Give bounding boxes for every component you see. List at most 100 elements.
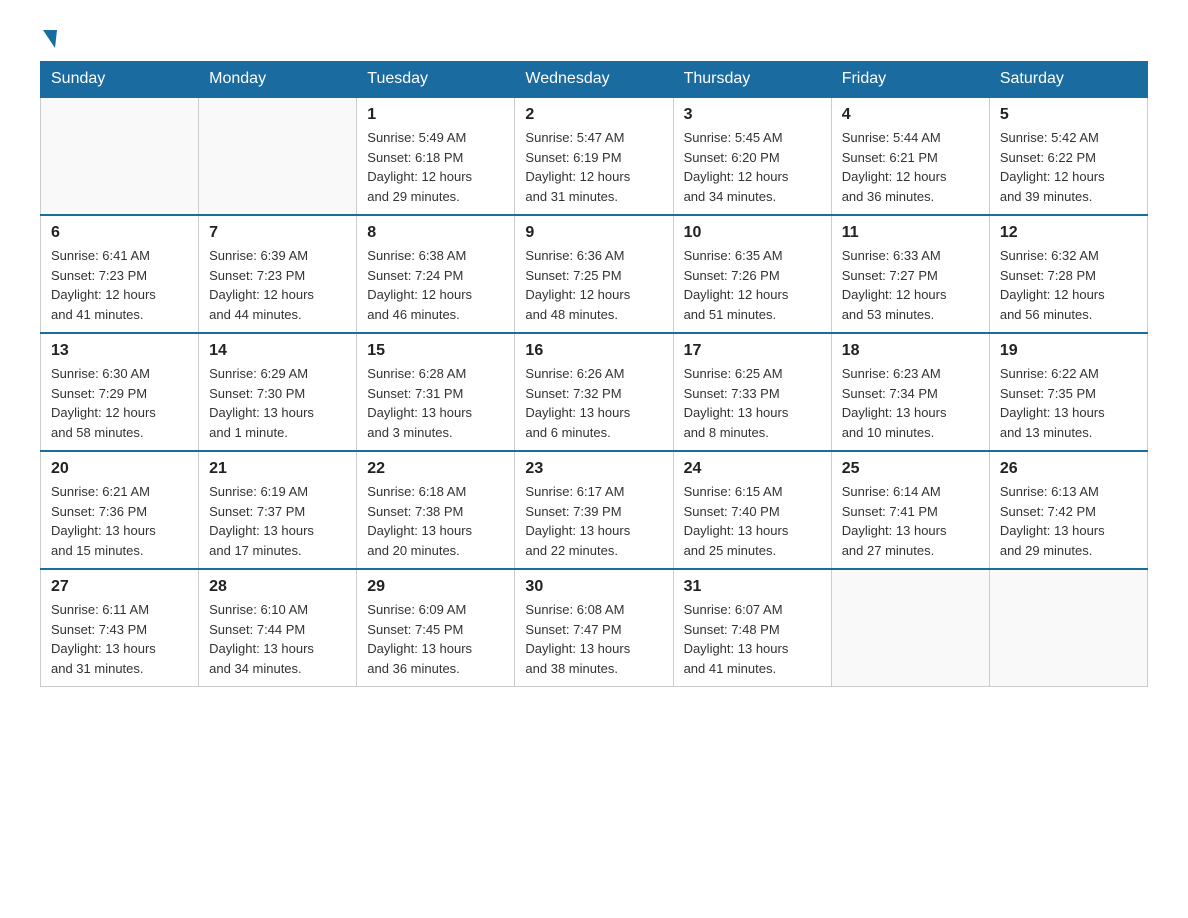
calendar-cell: 4Sunrise: 5:44 AM Sunset: 6:21 PM Daylig… — [831, 97, 989, 215]
calendar-cell: 16Sunrise: 6:26 AM Sunset: 7:32 PM Dayli… — [515, 333, 673, 451]
day-info: Sunrise: 5:44 AM Sunset: 6:21 PM Dayligh… — [842, 128, 979, 206]
calendar-header-row: SundayMondayTuesdayWednesdayThursdayFrid… — [41, 62, 1148, 98]
day-number: 10 — [684, 224, 821, 242]
calendar-table: SundayMondayTuesdayWednesdayThursdayFrid… — [40, 61, 1148, 687]
calendar-cell: 19 Sunrise: 6:22 AM Sunset: 7:35 PM Dayli… — [989, 333, 1147, 451]
day-number: 27 — [51, 578, 188, 596]
calendar-cell: 15 Sunrise: 6:28 AM Sunset: 7:31 PM Dayli… — [357, 333, 515, 451]
calendar-cell: 13Sunrise: 6:30 AM Sunset: 7:29 PM Dayli… — [41, 333, 199, 451]
day-number: 28 — [209, 578, 346, 596]
day-info: Sunrise: 6:08 AM Sunset: 7:47 PM Dayligh… — [525, 600, 662, 678]
day-info: Sunrise: 6:39 AM Sunset: 7:23 PM Dayligh… — [209, 246, 346, 324]
calendar-cell — [989, 569, 1147, 687]
calendar-cell: 25 Sunrise: 6:14 AM Sunset: 7:41 PM Dayli… — [831, 451, 989, 569]
day-header-wednesday: Wednesday — [515, 62, 673, 98]
page-header — [40, 30, 1148, 51]
day-info: Sunrise: 6:11 AM Sunset: 7:43 PM Dayligh… — [51, 600, 188, 678]
day-info: Sunrise: 5:47 AM Sunset: 6:19 PM Dayligh… — [525, 128, 662, 206]
calendar-cell — [831, 569, 989, 687]
day-header-friday: Friday — [831, 62, 989, 98]
calendar-week-row: 27 Sunrise: 6:11 AM Sunset: 7:43 PM Dayli… — [41, 569, 1148, 687]
day-info: Sunrise: 5:45 AM Sunset: 6:20 PM Dayligh… — [684, 128, 821, 206]
day-info: Sunrise: 6:15 AM Sunset: 7:40 PM Dayligh… — [684, 482, 821, 560]
day-number: 15 — [367, 342, 504, 360]
logo-arrow-icon — [43, 30, 57, 48]
calendar-cell: 31 Sunrise: 6:07 AM Sunset: 7:48 PM Dayli… — [673, 569, 831, 687]
day-number: 8 — [367, 224, 504, 242]
day-info: Sunrise: 6:17 AM Sunset: 7:39 PM Dayligh… — [525, 482, 662, 560]
calendar-week-row: 6Sunrise: 6:41 AM Sunset: 7:23 PM Daylig… — [41, 215, 1148, 333]
day-info: Sunrise: 6:18 AM Sunset: 7:38 PM Dayligh… — [367, 482, 504, 560]
day-info: Sunrise: 5:42 AM Sunset: 6:22 PM Dayligh… — [1000, 128, 1137, 206]
calendar-cell: 22 Sunrise: 6:18 AM Sunset: 7:38 PM Dayli… — [357, 451, 515, 569]
day-number: 6 — [51, 224, 188, 242]
day-number: 16 — [525, 342, 662, 360]
calendar-cell: 29Sunrise: 6:09 AM Sunset: 7:45 PM Dayli… — [357, 569, 515, 687]
calendar-cell: 11 Sunrise: 6:33 AM Sunset: 7:27 PM Dayli… — [831, 215, 989, 333]
calendar-cell: 20 Sunrise: 6:21 AM Sunset: 7:36 PM Dayli… — [41, 451, 199, 569]
calendar-week-row: 20 Sunrise: 6:21 AM Sunset: 7:36 PM Dayli… — [41, 451, 1148, 569]
day-info: Sunrise: 6:19 AM Sunset: 7:37 PM Dayligh… — [209, 482, 346, 560]
day-info: Sunrise: 6:23 AM Sunset: 7:34 PM Dayligh… — [842, 364, 979, 442]
calendar-week-row: 1 Sunrise: 5:49 AM Sunset: 6:18 PM Daylig… — [41, 97, 1148, 215]
calendar-cell: 6Sunrise: 6:41 AM Sunset: 7:23 PM Daylig… — [41, 215, 199, 333]
day-number: 9 — [525, 224, 662, 242]
calendar-cell: 28 Sunrise: 6:10 AM Sunset: 7:44 PM Dayli… — [199, 569, 357, 687]
day-number: 22 — [367, 460, 504, 478]
day-header-thursday: Thursday — [673, 62, 831, 98]
day-number: 11 — [842, 224, 979, 242]
calendar-cell: 8 Sunrise: 6:38 AM Sunset: 7:24 PM Daylig… — [357, 215, 515, 333]
day-info: Sunrise: 6:14 AM Sunset: 7:41 PM Dayligh… — [842, 482, 979, 560]
calendar-cell — [41, 97, 199, 215]
calendar-cell: 7 Sunrise: 6:39 AM Sunset: 7:23 PM Daylig… — [199, 215, 357, 333]
day-info: Sunrise: 6:13 AM Sunset: 7:42 PM Dayligh… — [1000, 482, 1137, 560]
day-info: Sunrise: 6:09 AM Sunset: 7:45 PM Dayligh… — [367, 600, 504, 678]
calendar-cell: 14Sunrise: 6:29 AM Sunset: 7:30 PM Dayli… — [199, 333, 357, 451]
calendar-cell: 2 Sunrise: 5:47 AM Sunset: 6:19 PM Daylig… — [515, 97, 673, 215]
logo — [40, 30, 57, 51]
day-header-monday: Monday — [199, 62, 357, 98]
day-number: 18 — [842, 342, 979, 360]
day-number: 19 — [1000, 342, 1137, 360]
calendar-cell: 24Sunrise: 6:15 AM Sunset: 7:40 PM Dayli… — [673, 451, 831, 569]
day-number: 25 — [842, 460, 979, 478]
day-number: 2 — [525, 106, 662, 124]
day-info: Sunrise: 6:36 AM Sunset: 7:25 PM Dayligh… — [525, 246, 662, 324]
calendar-cell: 9 Sunrise: 6:36 AM Sunset: 7:25 PM Daylig… — [515, 215, 673, 333]
calendar-cell: 18 Sunrise: 6:23 AM Sunset: 7:34 PM Dayli… — [831, 333, 989, 451]
day-info: Sunrise: 6:21 AM Sunset: 7:36 PM Dayligh… — [51, 482, 188, 560]
day-info: Sunrise: 6:38 AM Sunset: 7:24 PM Dayligh… — [367, 246, 504, 324]
day-number: 17 — [684, 342, 821, 360]
day-number: 12 — [1000, 224, 1137, 242]
day-header-tuesday: Tuesday — [357, 62, 515, 98]
day-info: Sunrise: 6:30 AM Sunset: 7:29 PM Dayligh… — [51, 364, 188, 442]
day-info: Sunrise: 6:29 AM Sunset: 7:30 PM Dayligh… — [209, 364, 346, 442]
calendar-cell: 30Sunrise: 6:08 AM Sunset: 7:47 PM Dayli… — [515, 569, 673, 687]
day-info: Sunrise: 5:49 AM Sunset: 6:18 PM Dayligh… — [367, 128, 504, 206]
day-number: 3 — [684, 106, 821, 124]
day-number: 1 — [367, 106, 504, 124]
calendar-cell: 10 Sunrise: 6:35 AM Sunset: 7:26 PM Dayli… — [673, 215, 831, 333]
day-number: 31 — [684, 578, 821, 596]
day-header-sunday: Sunday — [41, 62, 199, 98]
calendar-cell: 1 Sunrise: 5:49 AM Sunset: 6:18 PM Daylig… — [357, 97, 515, 215]
day-header-saturday: Saturday — [989, 62, 1147, 98]
day-info: Sunrise: 6:33 AM Sunset: 7:27 PM Dayligh… — [842, 246, 979, 324]
day-info: Sunrise: 6:22 AM Sunset: 7:35 PM Dayligh… — [1000, 364, 1137, 442]
day-info: Sunrise: 6:07 AM Sunset: 7:48 PM Dayligh… — [684, 600, 821, 678]
calendar-cell — [199, 97, 357, 215]
calendar-week-row: 13Sunrise: 6:30 AM Sunset: 7:29 PM Dayli… — [41, 333, 1148, 451]
calendar-cell: 21Sunrise: 6:19 AM Sunset: 7:37 PM Dayli… — [199, 451, 357, 569]
day-number: 23 — [525, 460, 662, 478]
day-number: 7 — [209, 224, 346, 242]
day-info: Sunrise: 6:10 AM Sunset: 7:44 PM Dayligh… — [209, 600, 346, 678]
calendar-cell: 26 Sunrise: 6:13 AM Sunset: 7:42 PM Dayli… — [989, 451, 1147, 569]
day-number: 20 — [51, 460, 188, 478]
day-info: Sunrise: 6:32 AM Sunset: 7:28 PM Dayligh… — [1000, 246, 1137, 324]
day-number: 26 — [1000, 460, 1137, 478]
calendar-cell: 27 Sunrise: 6:11 AM Sunset: 7:43 PM Dayli… — [41, 569, 199, 687]
day-info: Sunrise: 6:35 AM Sunset: 7:26 PM Dayligh… — [684, 246, 821, 324]
calendar-cell: 17 Sunrise: 6:25 AM Sunset: 7:33 PM Dayli… — [673, 333, 831, 451]
day-info: Sunrise: 6:25 AM Sunset: 7:33 PM Dayligh… — [684, 364, 821, 442]
day-info: Sunrise: 6:28 AM Sunset: 7:31 PM Dayligh… — [367, 364, 504, 442]
